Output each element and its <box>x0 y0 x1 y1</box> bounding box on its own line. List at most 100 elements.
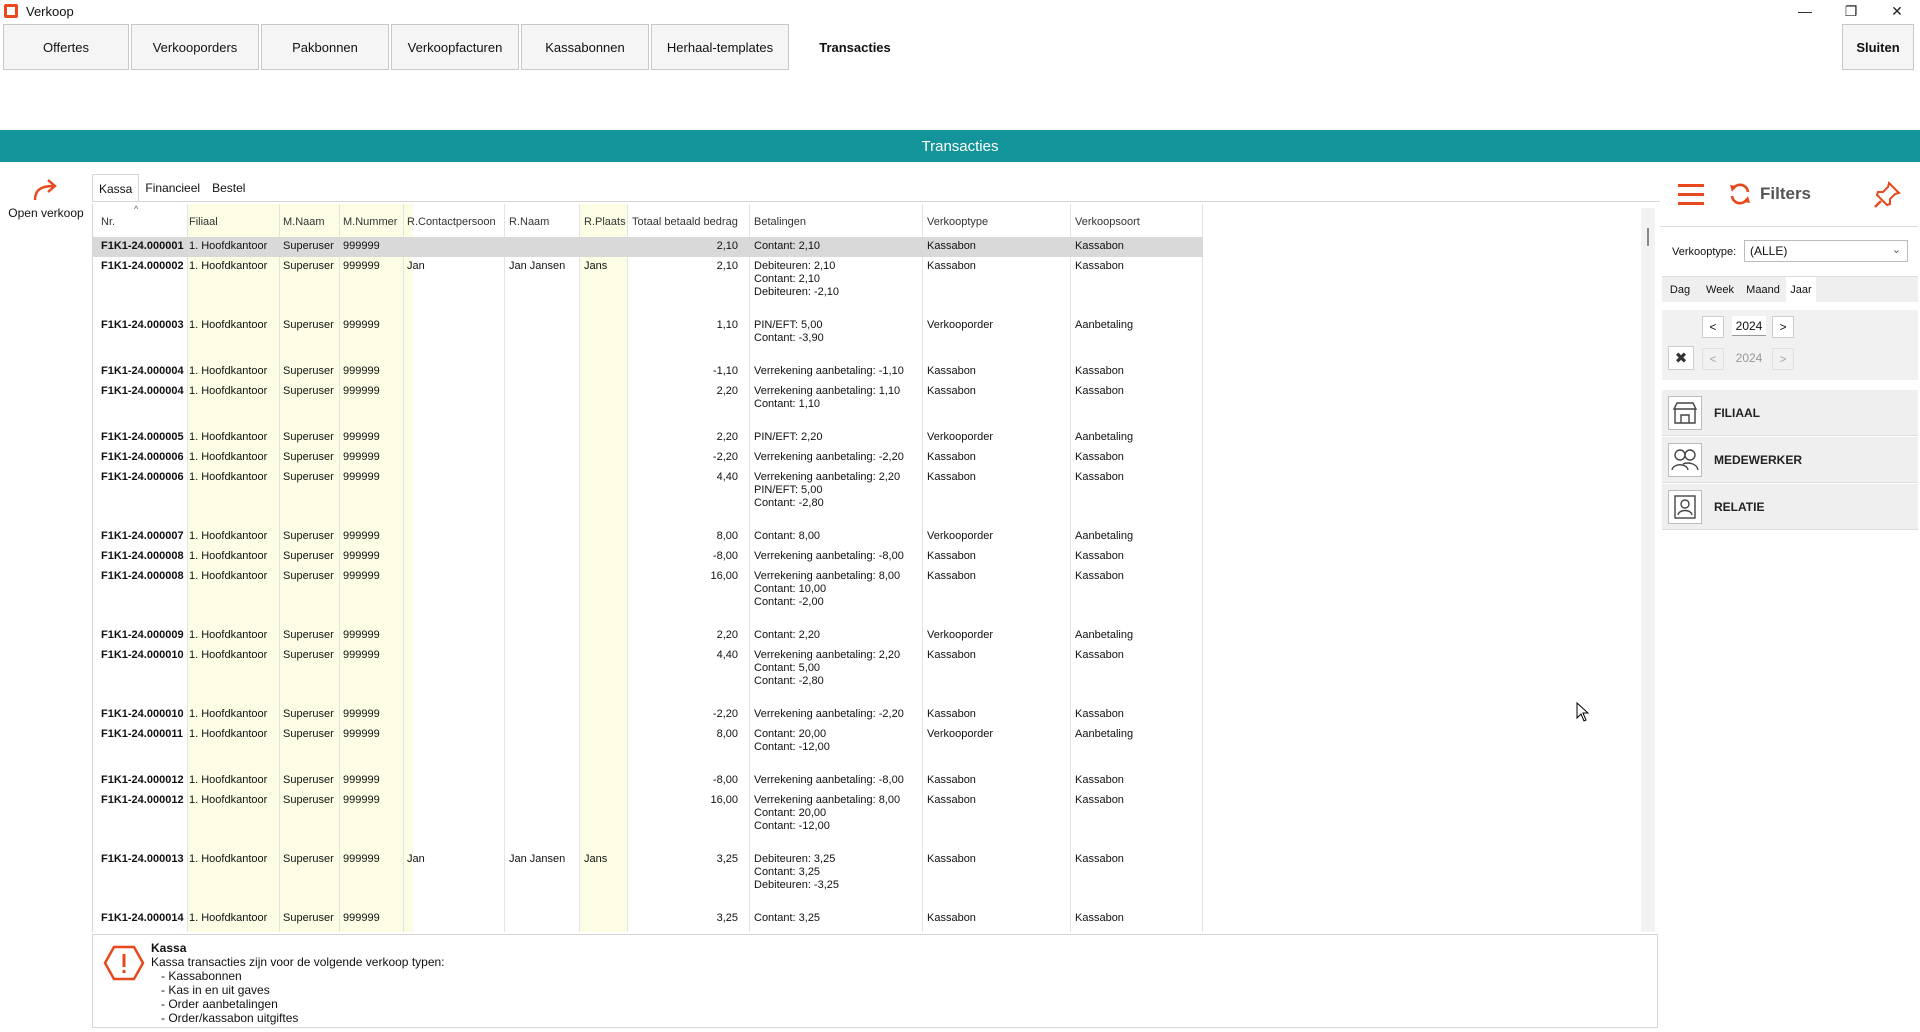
cell-betalingen: Contant: 2,20 <box>754 629 821 641</box>
year-to-field[interactable]: 2024 <box>1732 348 1766 368</box>
tab-herhaal-templates[interactable]: Herhaal-templates <box>651 24 789 70</box>
cell-mnummer: 999999 <box>343 629 380 641</box>
cell-mnummer: 999999 <box>343 240 380 252</box>
year-from-next-button[interactable]: > <box>1772 316 1794 338</box>
cell-totaal-bedrag: 2,10 <box>716 240 738 252</box>
cell-totaal-bedrag: -2,20 <box>712 451 738 463</box>
table-row[interactable]: F1K1-24.000006 1. Hoofdkantoor Superuser 99… <box>93 448 1203 468</box>
cell-nr: F1K1-24.000007 <box>101 530 184 542</box>
table-row[interactable]: F1K1-24.000005 1. Hoofdkantoor Superuser 99… <box>93 428 1203 448</box>
cell-verkoopsoort: Kassabon <box>1075 853 1124 865</box>
tab-verkooporders[interactable]: Verkooporders <box>131 24 259 70</box>
table-row[interactable]: F1K1-24.000013 1. Hoofdkantoor Superuser 99… <box>93 850 1203 909</box>
tab-pakbonnen[interactable]: Pakbonnen <box>261 24 389 70</box>
clear-period-button[interactable]: ✖ <box>1668 346 1694 370</box>
subtab-financieel[interactable]: Financieel <box>139 174 206 202</box>
year-from-prev-button[interactable]: < <box>1702 316 1724 338</box>
cell-filiaal: 1. Hoofdkantoor <box>189 260 268 272</box>
col-header-mnummer[interactable]: M.Nummer <box>343 216 397 228</box>
year-to-next-button[interactable]: > <box>1772 348 1794 370</box>
table-row[interactable]: F1K1-24.000004 1. Hoofdkantoor Superuser 99… <box>93 362 1203 382</box>
year-from-field[interactable]: 2024 <box>1732 316 1766 336</box>
table-row[interactable]: F1K1-24.000012 1. Hoofdkantoor Superuser 99… <box>93 771 1203 791</box>
cell-verkoopsoort: Kassabon <box>1075 240 1124 252</box>
period-tab-maand[interactable]: Maand <box>1742 277 1784 303</box>
period-tab-jaar[interactable]: Jaar <box>1786 277 1816 303</box>
table-row[interactable]: F1K1-24.000007 1. Hoofdkantoor Superuser 99… <box>93 527 1203 547</box>
col-header-verkoopsoort[interactable]: Verkoopsoort <box>1075 216 1140 228</box>
filter-section-medewerker[interactable]: MEDEWERKER <box>1662 437 1918 483</box>
cell-totaal-bedrag: 16,00 <box>710 794 738 806</box>
period-tab-dag[interactable]: Dag <box>1662 277 1698 303</box>
table-row[interactable]: F1K1-24.000011 1. Hoofdkantoor Superuser 99… <box>93 725 1203 771</box>
maximize-button[interactable]: ❐ <box>1828 0 1874 22</box>
subtab-kassa[interactable]: Kassa <box>92 174 140 202</box>
cell-nr: F1K1-24.000002 <box>101 260 184 272</box>
minimize-button[interactable]: — <box>1782 0 1828 22</box>
cell-nr: F1K1-24.000008 <box>101 550 184 562</box>
cell-mnaam: Superuser <box>283 365 334 377</box>
cell-mnaam: Superuser <box>283 708 334 720</box>
cell-totaal-bedrag: -8,00 <box>712 550 738 562</box>
sluiten-button[interactable]: Sluiten <box>1842 24 1914 70</box>
table-row[interactable]: F1K1-24.000002 1. Hoofdkantoor Superuser 99… <box>93 257 1203 316</box>
pin-icon[interactable] <box>1872 180 1902 210</box>
table-row[interactable]: F1K1-24.000010 1. Hoofdkantoor Superuser 99… <box>93 646 1203 705</box>
col-header-nr[interactable]: Nr. <box>101 216 115 228</box>
col-header-rnaam[interactable]: R.Naam <box>509 216 549 228</box>
table-row[interactable]: F1K1-24.000004 1. Hoofdkantoor Superuser 99… <box>93 382 1203 428</box>
cell-verkooptype: Verkooporder <box>927 319 994 331</box>
cell-totaal-bedrag: 2,20 <box>716 629 738 641</box>
cell-nr: F1K1-24.000013 <box>101 853 184 865</box>
table-row[interactable]: F1K1-24.000006 1. Hoofdkantoor Superuser 99… <box>93 468 1203 527</box>
verkooptype-select[interactable]: (ALLE) ⌄ <box>1744 240 1908 262</box>
table-row[interactable]: F1K1-24.0000151. HoofdkantoorSuperuser99… <box>93 929 1203 932</box>
mouse-cursor-icon <box>1576 702 1590 722</box>
cell-verkoopsoort: Aanbetaling <box>1075 319 1134 331</box>
table-row[interactable]: F1K1-24.000008 1. Hoofdkantoor Superuser 99… <box>93 547 1203 567</box>
table-row[interactable]: F1K1-24.000009 1. Hoofdkantoor Superuser 99… <box>93 626 1203 646</box>
menu-icon[interactable] <box>1678 184 1704 206</box>
table-row[interactable]: F1K1-24.000003 1. Hoofdkantoor Superuser 99… <box>93 316 1203 362</box>
close-window-button[interactable]: ✕ <box>1874 0 1920 22</box>
col-header-betalingen[interactable]: Betalingen <box>754 216 806 228</box>
cell-nr: F1K1-24.000012 <box>101 794 184 806</box>
subtab-bestel[interactable]: Bestel <box>206 174 251 202</box>
table-row[interactable]: F1K1-24.000010 1. Hoofdkantoor Superuser 99… <box>93 705 1203 725</box>
col-header-contactpersoon[interactable]: R.Contactpersoon <box>407 216 496 228</box>
col-header-filiaal[interactable]: Filiaal <box>189 216 218 228</box>
period-tab-week[interactable]: Week <box>1700 277 1740 303</box>
cell-mnaam: Superuser <box>283 550 334 562</box>
cell-verkooptype: Kassabon <box>927 570 976 582</box>
cell-mnaam: Superuser <box>283 912 334 924</box>
cell-nr: F1K1-24.000014 <box>101 912 184 924</box>
col-header-totaal[interactable]: Totaal betaald bedrag <box>632 216 738 228</box>
col-header-rplaats[interactable]: R.Plaats <box>584 216 626 228</box>
cell-totaal-bedrag: 2,10 <box>716 260 738 272</box>
open-verkoop-button[interactable]: Open verkoop <box>4 178 88 220</box>
year-to-prev-button[interactable]: < <box>1702 348 1724 370</box>
tab-verkoopfacturen[interactable]: Verkoopfacturen <box>391 24 519 70</box>
table-row[interactable]: F1K1-24.000014 1. Hoofdkantoor Superuser 99… <box>93 909 1203 929</box>
tab-offertes[interactable]: Offertes <box>3 24 129 70</box>
cell-mnaam: Superuser <box>283 530 334 542</box>
scrollbar-thumb[interactable] <box>1647 228 1649 246</box>
filter-section-label: MEDEWERKER <box>1714 453 1803 467</box>
tab-transacties[interactable]: Transacties <box>792 24 918 70</box>
cell-nr: F1K1-24.000011 <box>101 728 183 740</box>
cell-filiaal: 1. Hoofdkantoor <box>189 471 268 483</box>
filter-section-relatie[interactable]: RELATIE <box>1662 484 1918 530</box>
table-row[interactable]: F1K1-24.000008 1. Hoofdkantoor Superuser 99… <box>93 567 1203 626</box>
table-row[interactable]: F1K1-24.000012 1. Hoofdkantoor Superuser 99… <box>93 791 1203 850</box>
table-row[interactable]: F1K1-24.000001 1. Hoofdkantoor Superuser 99… <box>93 237 1203 257</box>
cell-filiaal: 1. Hoofdkantoor <box>189 708 268 720</box>
cell-mnummer: 999999 <box>343 570 380 582</box>
tab-kassabonnen[interactable]: Kassabonnen <box>521 24 649 70</box>
filter-section-filiaal[interactable]: FILIAAL <box>1662 390 1918 436</box>
cell-filiaal: 1. Hoofdkantoor <box>189 431 268 443</box>
grid-vertical-scrollbar[interactable] <box>1641 208 1655 932</box>
col-header-verkooptype[interactable]: Verkooptype <box>927 216 988 228</box>
cell-nr: F1K1-24.000010 <box>101 649 184 661</box>
filters-refresh-button[interactable]: Filters <box>1728 182 1811 206</box>
col-header-mnaam[interactable]: M.Naam <box>283 216 325 228</box>
